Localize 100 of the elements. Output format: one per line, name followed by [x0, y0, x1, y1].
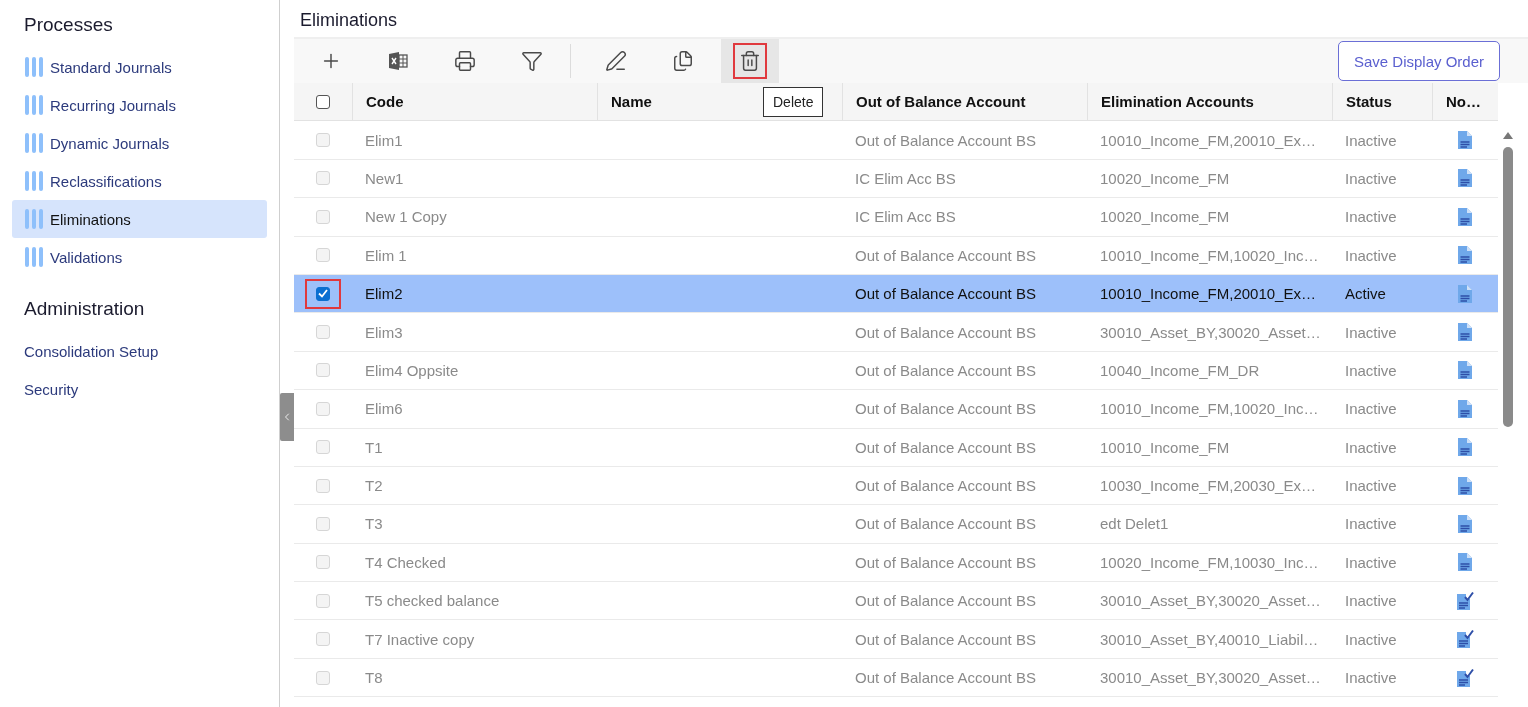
table-cell-text: IC Elim Acc BS — [854, 207, 957, 228]
page-title: Eliminations — [299, 10, 399, 32]
table-cell-text: 30010_Asset_BY,30020_Asset… — [1099, 591, 1322, 612]
table-cell-text: 10040_Income_FM_DR — [1099, 360, 1261, 381]
row-checkbox[interactable] — [316, 286, 330, 301]
table-cell-text: Inactive — [1344, 552, 1398, 573]
column-header[interactable]: No… — [1432, 83, 1498, 121]
save-display-order-button[interactable]: Save Display Order — [1337, 41, 1500, 81]
section-title: Administration — [23, 298, 146, 320]
table-cell-text: Elim4 Oppsite — [364, 360, 460, 381]
table-cell-text: T2 — [364, 476, 384, 497]
bars-icon — [24, 208, 44, 230]
table-cell-text: New1 — [364, 168, 405, 189]
table-cell-text: T5 checked balance — [364, 591, 501, 612]
filter-icon — [521, 50, 543, 72]
note-icon — [1457, 206, 1473, 227]
table-cell-text: Out of Balance Account BS — [854, 360, 1037, 381]
table-cell-text: Out of Balance Account BS — [854, 476, 1037, 497]
table-cell-text: T7 Inactive copy — [364, 629, 476, 650]
sidebar-item[interactable]: Standard Journals — [12, 48, 267, 86]
table-cell-text: New 1 Copy — [364, 207, 448, 228]
table-cell-text: Out of Balance Account BS — [854, 130, 1037, 151]
section-title: Processes — [23, 14, 114, 36]
note-icon — [1457, 130, 1473, 151]
table-cell-text: Inactive — [1344, 245, 1398, 266]
bars-icon — [24, 56, 44, 78]
bars-icon — [24, 94, 44, 116]
bars-icon — [24, 132, 44, 154]
table-cell-text: Inactive — [1344, 476, 1398, 497]
sidebar-item[interactable]: Recurring Journals — [12, 86, 267, 124]
bars-icon — [24, 246, 44, 268]
table-cell-text: 30010_Asset_BY,30020_Asset… — [1099, 668, 1322, 689]
table-cell-text: Inactive — [1344, 130, 1398, 151]
check-icon — [318, 289, 328, 299]
note-icon — [1457, 245, 1473, 266]
table-cell-text: Out of Balance Account BS — [854, 668, 1037, 689]
note-icon — [1457, 168, 1473, 189]
trash-icon — [739, 50, 761, 72]
table-cell-text: Inactive — [1344, 322, 1398, 343]
table-cell-text: edt Delet1 — [1099, 514, 1170, 535]
table-cell-text: T4 Checked — [364, 552, 447, 573]
tooltip: Delete — [763, 87, 824, 117]
table-cell-text: Out of Balance Account BS — [854, 245, 1037, 266]
table-cell-text: Inactive — [1344, 399, 1398, 420]
note-icon — [1457, 437, 1473, 458]
checked-note-icon — [1456, 629, 1474, 650]
toolbar-button[interactable] — [721, 39, 779, 83]
sidebar-item[interactable]: Reclassifications — [12, 162, 267, 200]
note-icon — [1457, 475, 1473, 496]
column-header[interactable]: Code — [352, 83, 597, 121]
column-header[interactable]: Status — [1332, 83, 1432, 121]
sidebar-item[interactable]: Consolidation Setup — [12, 332, 267, 370]
column-header[interactable]: Out of Balance Account — [842, 83, 1087, 121]
printer-icon — [454, 50, 476, 72]
table-cell-text: 10020_Income_FM — [1099, 168, 1231, 189]
sidebar-item[interactable]: Security — [12, 370, 267, 408]
note-icon — [1457, 552, 1473, 573]
sidebar-item[interactable]: Validations — [12, 238, 267, 276]
note-icon — [1457, 283, 1473, 304]
table-cell-text: 10010_Income_FM — [1099, 437, 1231, 458]
table-cell-text: Inactive — [1344, 514, 1398, 535]
table-cell-text: 10020_Income_FM — [1099, 207, 1231, 228]
table-cell-text: Inactive — [1344, 591, 1398, 612]
table-cell-text: 10010_Income_FM,20010_Ex… — [1099, 130, 1317, 151]
table-cell-text: Inactive — [1344, 207, 1398, 228]
table-cell-text: Elim1 — [364, 130, 404, 151]
table-cell-text: Elim6 — [364, 399, 404, 420]
pencil-icon — [605, 50, 627, 72]
column-header[interactable]: Elimination Accounts — [1087, 83, 1332, 121]
table-cell-text: Out of Balance Account BS — [854, 591, 1037, 612]
table-cell-text: T1 — [364, 437, 384, 458]
copy-icon — [672, 50, 694, 72]
table-cell-text: 10010_Income_FM,10020_Inc… — [1099, 245, 1320, 266]
note-icon — [1457, 398, 1473, 419]
bars-icon — [24, 170, 44, 192]
table-cell-text: Inactive — [1344, 360, 1398, 381]
sidebar-item[interactable]: Eliminations — [12, 200, 267, 238]
sidebar-item[interactable]: Dynamic Journals — [12, 124, 267, 162]
note-icon — [1457, 360, 1473, 381]
select-all-checkbox[interactable] — [316, 94, 330, 109]
table-cell-text: 10020_Income_FM,10030_Inc… — [1099, 552, 1320, 573]
table-cell-text: Active — [1344, 284, 1387, 305]
table-cell-text: T3 — [364, 514, 384, 535]
table-cell-text: Out of Balance Account BS — [854, 399, 1037, 420]
table-cell-text: Inactive — [1344, 168, 1398, 189]
table-cell-text: 30010_Asset_BY,30020_Asset… — [1099, 322, 1322, 343]
spreadsheet-icon — [387, 50, 409, 72]
table-cell-text: Elim2 — [364, 284, 404, 305]
checked-note-icon — [1456, 590, 1474, 611]
note-icon — [1457, 322, 1473, 343]
table-cell-text: Inactive — [1344, 437, 1398, 458]
table-row[interactable]: Elim2 Out of Balance Account BS 10010_Income_FM,20010_Ex… Active — [294, 274, 1498, 314]
checked-note-icon — [1456, 667, 1474, 688]
table-cell-text: Out of Balance Account BS — [854, 437, 1037, 458]
table-cell-text: 10030_Income_FM,20030_Ex… — [1099, 476, 1317, 497]
table-cell-text: T8 — [364, 668, 384, 689]
table-cell-text: IC Elim Acc BS — [854, 168, 957, 189]
table-cell-text: 10010_Income_FM,20010_Ex… — [1099, 284, 1317, 305]
table-cell-text: Inactive — [1344, 629, 1398, 650]
collapse-handle[interactable] — [280, 393, 294, 441]
